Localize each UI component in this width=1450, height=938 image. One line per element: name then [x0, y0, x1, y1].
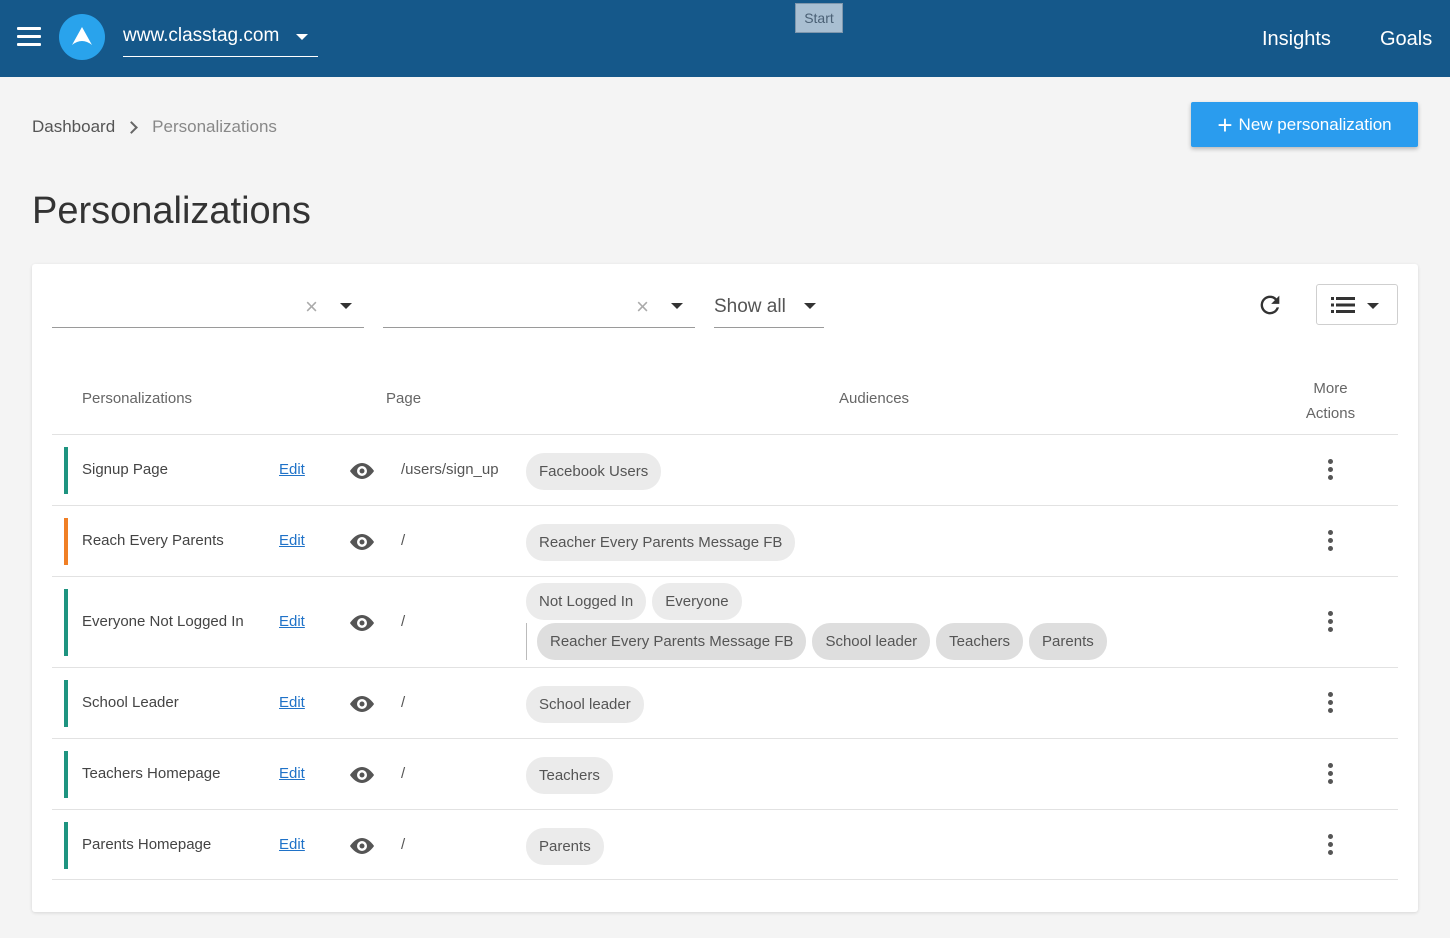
status-color-bar: [64, 447, 68, 494]
breadcrumb-current: Personalizations: [152, 117, 277, 136]
audience-chip[interactable]: Not Logged In: [526, 583, 647, 620]
eye-icon[interactable]: [347, 694, 377, 714]
table-row: Teachers Homepage Edit / Teachers: [52, 738, 1398, 809]
table-row: Reach Every Parents Edit / Reacher Every Pa…: [52, 505, 1398, 576]
audience-chip[interactable]: Everyone: [652, 583, 742, 620]
edit-link[interactable]: Edit: [279, 532, 305, 549]
status-filter-value: Show all: [714, 296, 786, 317]
column-header-more-line2: Actions: [1305, 405, 1356, 422]
audience-chip[interactable]: Facebook Users: [526, 452, 662, 490]
eye-icon[interactable]: [347, 765, 377, 785]
new-personalization-button[interactable]: + New personalization: [1191, 102, 1418, 147]
personalizations-table: Signup Page Edit/users/sign_up Facebook Us…: [52, 434, 1398, 880]
audience-chip[interactable]: Reacher Every Parents Message FB: [537, 623, 807, 660]
more-actions-icon[interactable]: [1322, 833, 1338, 858]
chevron-down-icon: [804, 303, 816, 309]
site-selector[interactable]: www.classtag.com: [123, 22, 318, 57]
new-personalization-label: New personalization: [1238, 114, 1392, 134]
audience-chips: Facebook Users: [526, 452, 667, 490]
page-path: /: [401, 764, 406, 782]
app-logo-icon[interactable]: [59, 14, 105, 60]
edit-link[interactable]: Edit: [279, 461, 305, 478]
audience-chips-secondary: Reacher Every Parents Message FB School l…: [526, 623, 1113, 660]
column-header-more-actions: More Actions: [1292, 376, 1369, 426]
page-path: /: [401, 835, 406, 853]
page-path: /: [401, 612, 406, 630]
edit-link[interactable]: Edit: [279, 694, 305, 711]
status-color-bar: [64, 822, 68, 869]
chevron-down-icon: [1367, 303, 1379, 309]
eye-icon[interactable]: [347, 532, 377, 552]
audience-chip[interactable]: Parents: [526, 827, 604, 865]
nav-insights[interactable]: Insights: [1262, 28, 1331, 51]
eye-icon[interactable]: [347, 613, 377, 633]
filter-select-1[interactable]: ×: [52, 286, 364, 328]
personalization-name: Teachers Homepage: [82, 764, 221, 782]
audience-chip[interactable]: School leader: [526, 685, 644, 723]
status-filter-select[interactable]: Show all: [714, 286, 824, 328]
plus-icon: +: [1217, 109, 1233, 140]
status-color-bar: [64, 751, 68, 798]
more-actions-icon[interactable]: [1322, 610, 1338, 635]
audience-chip[interactable]: School leader: [812, 623, 931, 660]
table-row: Parents Homepage Edit / Parents: [52, 809, 1398, 880]
breadcrumb-dashboard[interactable]: Dashboard: [32, 117, 115, 137]
status-color-bar: [64, 680, 68, 727]
filter-select-2[interactable]: ×: [383, 286, 695, 328]
table-row: Signup Page Edit/users/sign_up Facebook Us…: [52, 434, 1398, 505]
audience-chips: Not Logged In Everyone: [526, 583, 748, 620]
audience-chips: Reacher Every Parents Message FB: [526, 523, 801, 561]
more-actions-icon[interactable]: [1322, 458, 1338, 483]
chevron-down-icon[interactable]: [671, 303, 683, 309]
personalization-name: Everyone Not Logged In: [82, 612, 244, 630]
audience-chip[interactable]: Reacher Every Parents Message FB: [526, 523, 796, 561]
nav-goals[interactable]: Goals: [1380, 28, 1432, 51]
clear-icon[interactable]: ×: [636, 294, 649, 320]
table-row: School Leader Edit / School leader: [52, 667, 1398, 738]
top-bar: www.classtag.com Start Insights Goals: [0, 0, 1450, 77]
more-actions-icon[interactable]: [1322, 691, 1338, 716]
eye-icon[interactable]: [347, 836, 377, 856]
personalization-name: Reach Every Parents: [82, 531, 224, 549]
edit-link[interactable]: Edit: [279, 613, 305, 630]
column-header-more-line1: More: [1313, 380, 1348, 397]
chevron-right-icon: [125, 120, 139, 134]
personalization-name: School Leader: [82, 693, 179, 711]
edit-link[interactable]: Edit: [279, 765, 305, 782]
page-path: /: [401, 531, 406, 549]
table-row: Everyone Not Logged In Edit / Not Logged In…: [52, 576, 1398, 667]
status-color-bar: [64, 589, 68, 656]
start-badge[interactable]: Start: [795, 3, 843, 33]
personalizations-card: × × Show all Personalizations Page Audie…: [32, 264, 1418, 912]
personalization-name: Parents Homepage: [82, 835, 212, 853]
audience-chip[interactable]: Teachers: [526, 756, 613, 794]
chevron-down-icon: [296, 34, 308, 40]
page-path: /users/sign_up: [401, 460, 499, 478]
audience-chips: Teachers: [526, 756, 619, 794]
personalization-name: Signup Page: [82, 460, 168, 478]
view-toggle-button[interactable]: [1316, 284, 1398, 325]
audience-chips: School leader: [526, 685, 650, 723]
audience-chip[interactable]: Parents: [1029, 623, 1107, 660]
eye-icon[interactable]: [347, 461, 377, 481]
refresh-icon[interactable]: [1256, 291, 1284, 319]
column-header-personalizations[interactable]: Personalizations: [82, 390, 192, 407]
site-selector-value: www.classtag.com: [123, 25, 280, 46]
edit-link[interactable]: Edit: [279, 836, 305, 853]
page-path: /: [401, 693, 406, 711]
status-color-bar: [64, 518, 68, 565]
menu-icon[interactable]: [17, 27, 41, 47]
page-title: Personalizations: [32, 190, 311, 232]
clear-icon[interactable]: ×: [305, 294, 318, 320]
breadcrumb: Dashboard Personalizations: [32, 117, 277, 137]
more-actions-icon[interactable]: [1322, 762, 1338, 787]
column-header-page[interactable]: Page: [386, 390, 421, 407]
audience-chips: Parents: [526, 827, 610, 865]
chevron-down-icon[interactable]: [340, 303, 352, 309]
more-actions-icon[interactable]: [1322, 529, 1338, 554]
audience-chip[interactable]: Teachers: [936, 623, 1024, 660]
list-icon: [1331, 297, 1355, 313]
column-header-audiences[interactable]: Audiences: [839, 390, 909, 407]
